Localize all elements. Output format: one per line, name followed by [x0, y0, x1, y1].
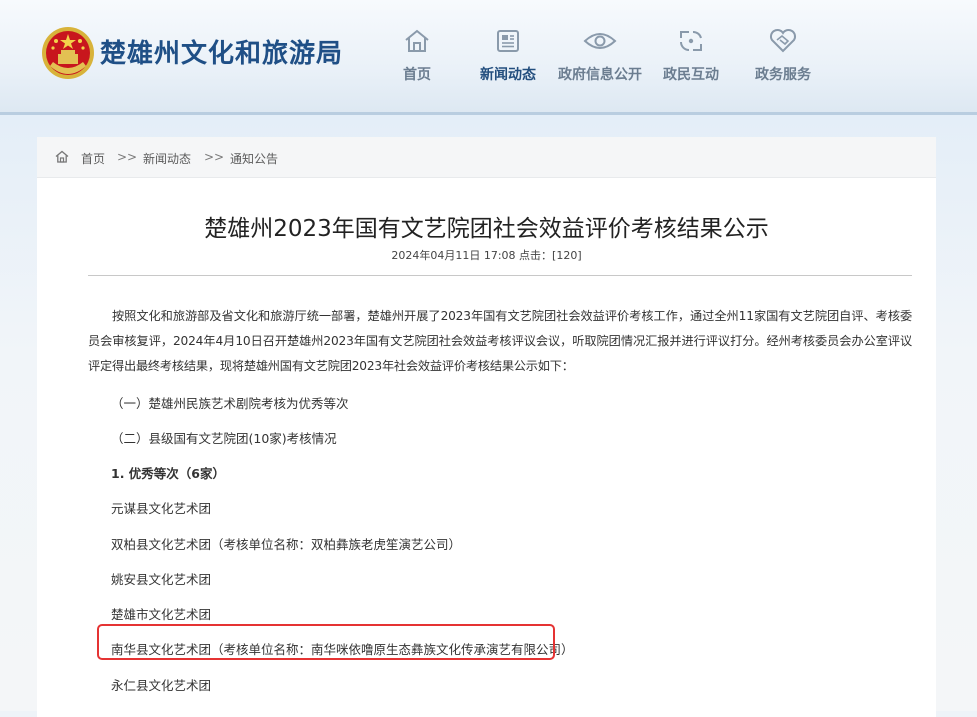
- article-paragraph: （二）县级国有文艺院团(10家)考核情况: [111, 431, 337, 446]
- nav-interaction[interactable]: 政民互动: [660, 28, 722, 98]
- breadcrumb-separator: >>: [117, 150, 138, 164]
- breadcrumb-home[interactable]: 首页: [81, 150, 105, 167]
- nav-interaction-label: 政民互动: [663, 67, 719, 83]
- troupe-item: 双柏县文化艺术团（考核单位名称：双柏彝族老虎笙演艺公司）: [111, 537, 462, 552]
- breadcrumb-separator: >>: [204, 150, 225, 164]
- nav-home[interactable]: 首页: [399, 28, 435, 98]
- handshake-icon: [769, 28, 797, 53]
- news-icon: [497, 30, 519, 52]
- article-paragraph: （一）楚雄州民族艺术剧院考核为优秀等次: [111, 396, 349, 411]
- article-panel: 首页 >> 新闻动态 >> 通知公告 楚雄州2023年国有文艺院团社会效益评价考…: [37, 137, 936, 717]
- interaction-icon: [680, 31, 702, 51]
- nav-news-label: 新闻动态: [480, 67, 536, 83]
- article-meta: 2024年04月11日 17:08 点击：[120]: [391, 249, 582, 262]
- troupe-item: 楚雄市文化艺术团: [111, 607, 212, 622]
- home-icon[interactable]: [55, 150, 69, 163]
- eye-icon: [583, 33, 617, 49]
- breadcrumb-notices[interactable]: 通知公告: [230, 150, 278, 167]
- troupe-item: 元谋县文化艺术团: [111, 501, 212, 516]
- nav-home-label: 首页: [403, 67, 431, 83]
- breadcrumb: 首页 >> 新闻动态 >> 通知公告: [37, 137, 936, 178]
- nav-gov-info-label: 政府信息公开: [558, 67, 642, 83]
- troupe-item: 姚安县文化艺术团: [111, 572, 212, 587]
- article-title: 楚雄州2023年国有文艺院团社会效益评价考核结果公示: [204, 216, 769, 242]
- article-intro: 按照文化和旅游部及省文化和旅游厅统一部署，楚雄州开展了2023年国有文艺院团社会…: [88, 309, 912, 373]
- site-header: 楚雄州文化和旅游局 首页 新闻动态 政府信息公开 政民互动 政务服务: [0, 0, 977, 113]
- nav-services[interactable]: 政务服务: [752, 28, 814, 98]
- nav-services-label: 政务服务: [755, 67, 811, 83]
- home-icon: [405, 29, 429, 52]
- article-subheading: 1. 优秀等次（6家）: [111, 466, 225, 481]
- site-title[interactable]: 楚雄州文化和旅游局: [100, 33, 343, 70]
- nav-gov-info[interactable]: 政府信息公开: [554, 28, 646, 98]
- title-divider: [88, 275, 912, 276]
- national-emblem-icon: [42, 27, 94, 79]
- breadcrumb-news[interactable]: 新闻动态: [143, 150, 191, 167]
- troupe-item: 永仁县文化艺术团: [111, 678, 212, 693]
- highlight-box: [97, 624, 555, 660]
- nav-news[interactable]: 新闻动态: [477, 28, 539, 98]
